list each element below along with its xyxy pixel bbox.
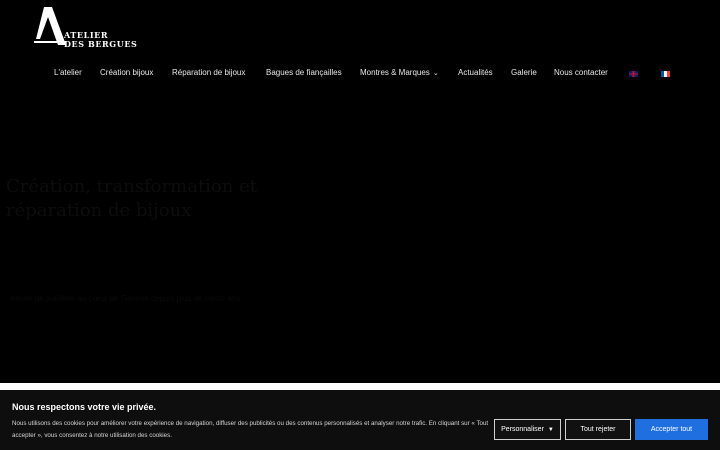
customize-cookies-button[interactable]: Personnaliser ▼ xyxy=(494,419,561,440)
cookie-consent-banner: Nous respectons votre vie privée. Nous u… xyxy=(0,390,720,450)
nav-item-reparation[interactable]: Réparation de bijoux xyxy=(172,68,245,77)
main-navigation: L'atelier Création bijoux Réparation de … xyxy=(0,68,720,82)
customize-button-label: Personnaliser xyxy=(501,426,544,433)
atelier-logo[interactable]: ATELIER DES BERGUES xyxy=(30,5,137,49)
accept-all-button[interactable]: Accepter tout xyxy=(635,419,708,440)
nav-item-contact[interactable]: Nous contacter xyxy=(554,68,608,77)
fr-flag-icon[interactable] xyxy=(661,71,670,77)
nav-item-galerie[interactable]: Galerie xyxy=(511,68,537,77)
caret-down-icon: ▼ xyxy=(547,426,554,433)
uk-flag-icon[interactable] xyxy=(629,71,638,77)
nav-item-creation-bijoux[interactable]: Création bijoux xyxy=(100,68,153,77)
chevron-down-icon: ⌄ xyxy=(432,70,439,77)
cookie-banner-text: Nous utilisons des cookies pour améliore… xyxy=(12,420,489,439)
hero-section: Création, transformation et réparation d… xyxy=(0,100,720,383)
cookie-banner-title: Nous respectons votre vie privée. xyxy=(12,402,157,412)
nav-item-montres-label: Montres & Marques xyxy=(360,68,430,77)
nav-item-montres-marques[interactable]: Montres & Marques ⌄ xyxy=(360,68,439,77)
hero-subtitle: Atelier de joaillerie au cœur de Genève … xyxy=(10,294,241,303)
logo-text-line2: DES BERGUES xyxy=(64,39,138,49)
hero-title: Création, transformation et réparation d… xyxy=(6,176,257,221)
section-divider xyxy=(0,383,720,390)
nav-item-atelier[interactable]: L'atelier xyxy=(54,68,82,77)
reject-all-button[interactable]: Tout rejeter xyxy=(565,419,631,440)
site-header: ATELIER DES BERGUES L'atelier Création b… xyxy=(0,0,720,100)
nav-item-bagues[interactable]: Bagues de fiançailles xyxy=(266,68,342,77)
nav-item-actualites[interactable]: Actualités xyxy=(458,68,493,77)
